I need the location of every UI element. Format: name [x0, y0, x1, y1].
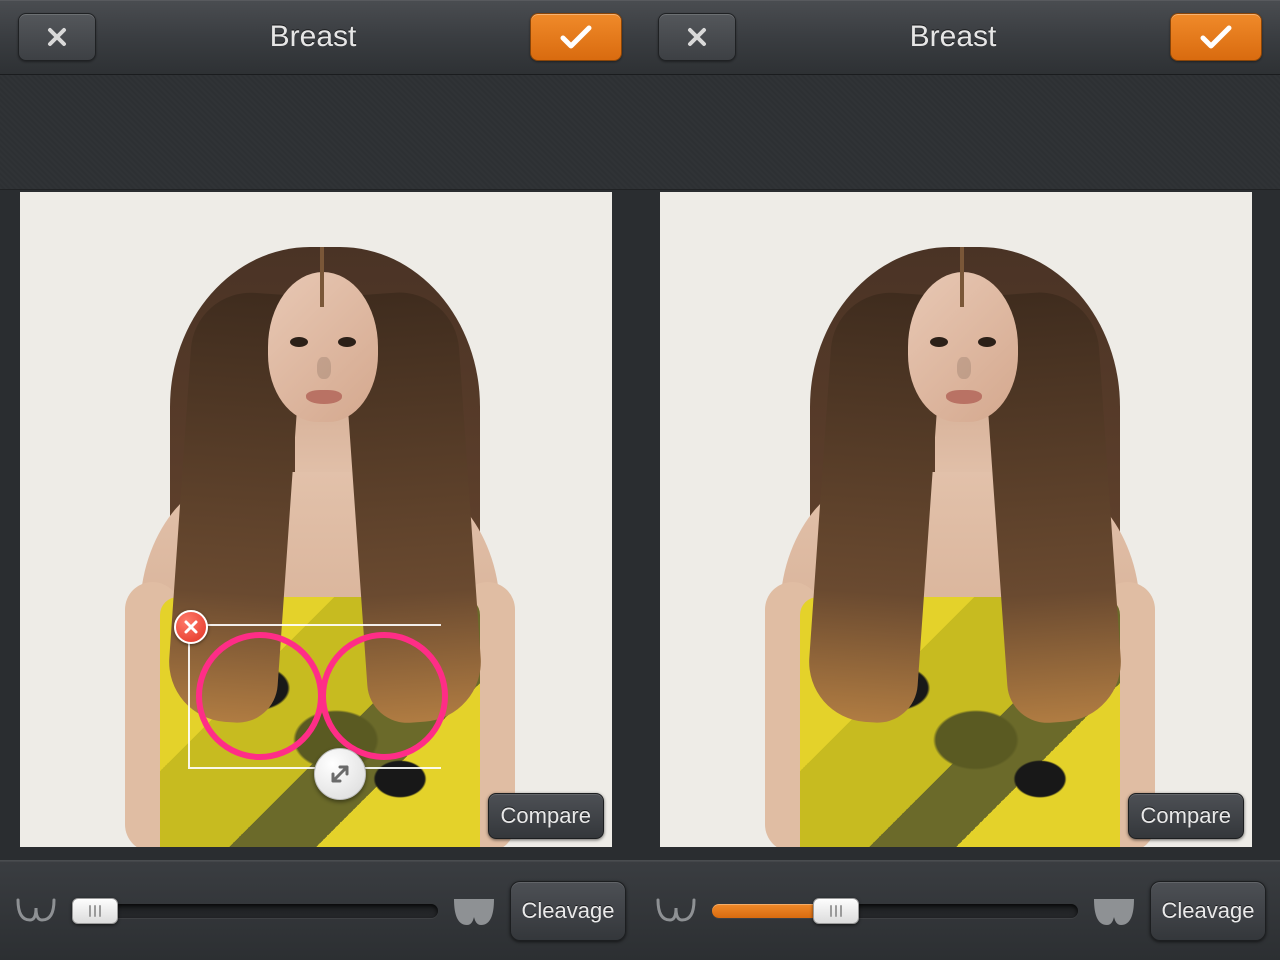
page-title: Breast	[910, 20, 997, 54]
close-icon	[45, 25, 69, 49]
portrait-hair	[960, 247, 964, 307]
confirm-button[interactable]	[1170, 13, 1262, 61]
selection-resize-handle[interactable]	[314, 748, 366, 800]
cleavage-button[interactable]: Cleavage	[510, 881, 626, 941]
compare-button[interactable]: Compare	[488, 793, 604, 839]
portrait-nose	[957, 357, 971, 379]
selection-delete-button[interactable]	[174, 610, 208, 644]
bra-small-icon	[654, 894, 698, 928]
top-bar: Breast	[640, 0, 1280, 75]
compare-button[interactable]: Compare	[1128, 793, 1244, 839]
portrait-eye	[930, 337, 948, 347]
top-bar: Breast	[0, 0, 640, 75]
check-icon	[1199, 23, 1233, 51]
portrait-lips	[946, 390, 982, 404]
cleavage-button[interactable]: Cleavage	[1150, 881, 1266, 941]
editor-pane-right: Breast Compare	[640, 0, 1280, 960]
enhancement-slider[interactable]	[712, 900, 1078, 922]
image-canvas[interactable]: Compare	[660, 192, 1252, 847]
cancel-button[interactable]	[18, 13, 96, 61]
selection-circle-right[interactable]	[320, 632, 448, 760]
portrait-eye	[290, 337, 308, 347]
close-icon	[183, 619, 199, 635]
confirm-button[interactable]	[530, 13, 622, 61]
selection-circle-left[interactable]	[196, 632, 324, 760]
canvas-area: Compare	[0, 190, 640, 860]
close-icon	[685, 25, 709, 49]
image-canvas[interactable]: Compare	[20, 192, 612, 847]
portrait-nose	[317, 357, 331, 379]
slider-thumb[interactable]	[813, 898, 859, 924]
portrait-eye	[978, 337, 996, 347]
check-icon	[559, 23, 593, 51]
resize-diagonal-icon	[327, 761, 353, 787]
bottom-bar: Cleavage	[640, 860, 1280, 960]
slider-thumb[interactable]	[72, 898, 118, 924]
bra-large-icon	[1092, 894, 1136, 928]
enhancement-slider[interactable]	[72, 900, 438, 922]
bra-small-icon	[14, 894, 58, 928]
bra-large-icon	[452, 894, 496, 928]
spacer-strip	[0, 75, 640, 190]
editor-pane-left: Breast	[0, 0, 640, 960]
spacer-strip	[640, 75, 1280, 190]
slider-track	[72, 904, 438, 918]
portrait-eye	[338, 337, 356, 347]
bottom-bar: Cleavage	[0, 860, 640, 960]
portrait-lips	[306, 390, 342, 404]
portrait-hair	[320, 247, 324, 307]
canvas-area: Compare	[640, 190, 1280, 860]
page-title: Breast	[270, 20, 357, 54]
cancel-button[interactable]	[658, 13, 736, 61]
